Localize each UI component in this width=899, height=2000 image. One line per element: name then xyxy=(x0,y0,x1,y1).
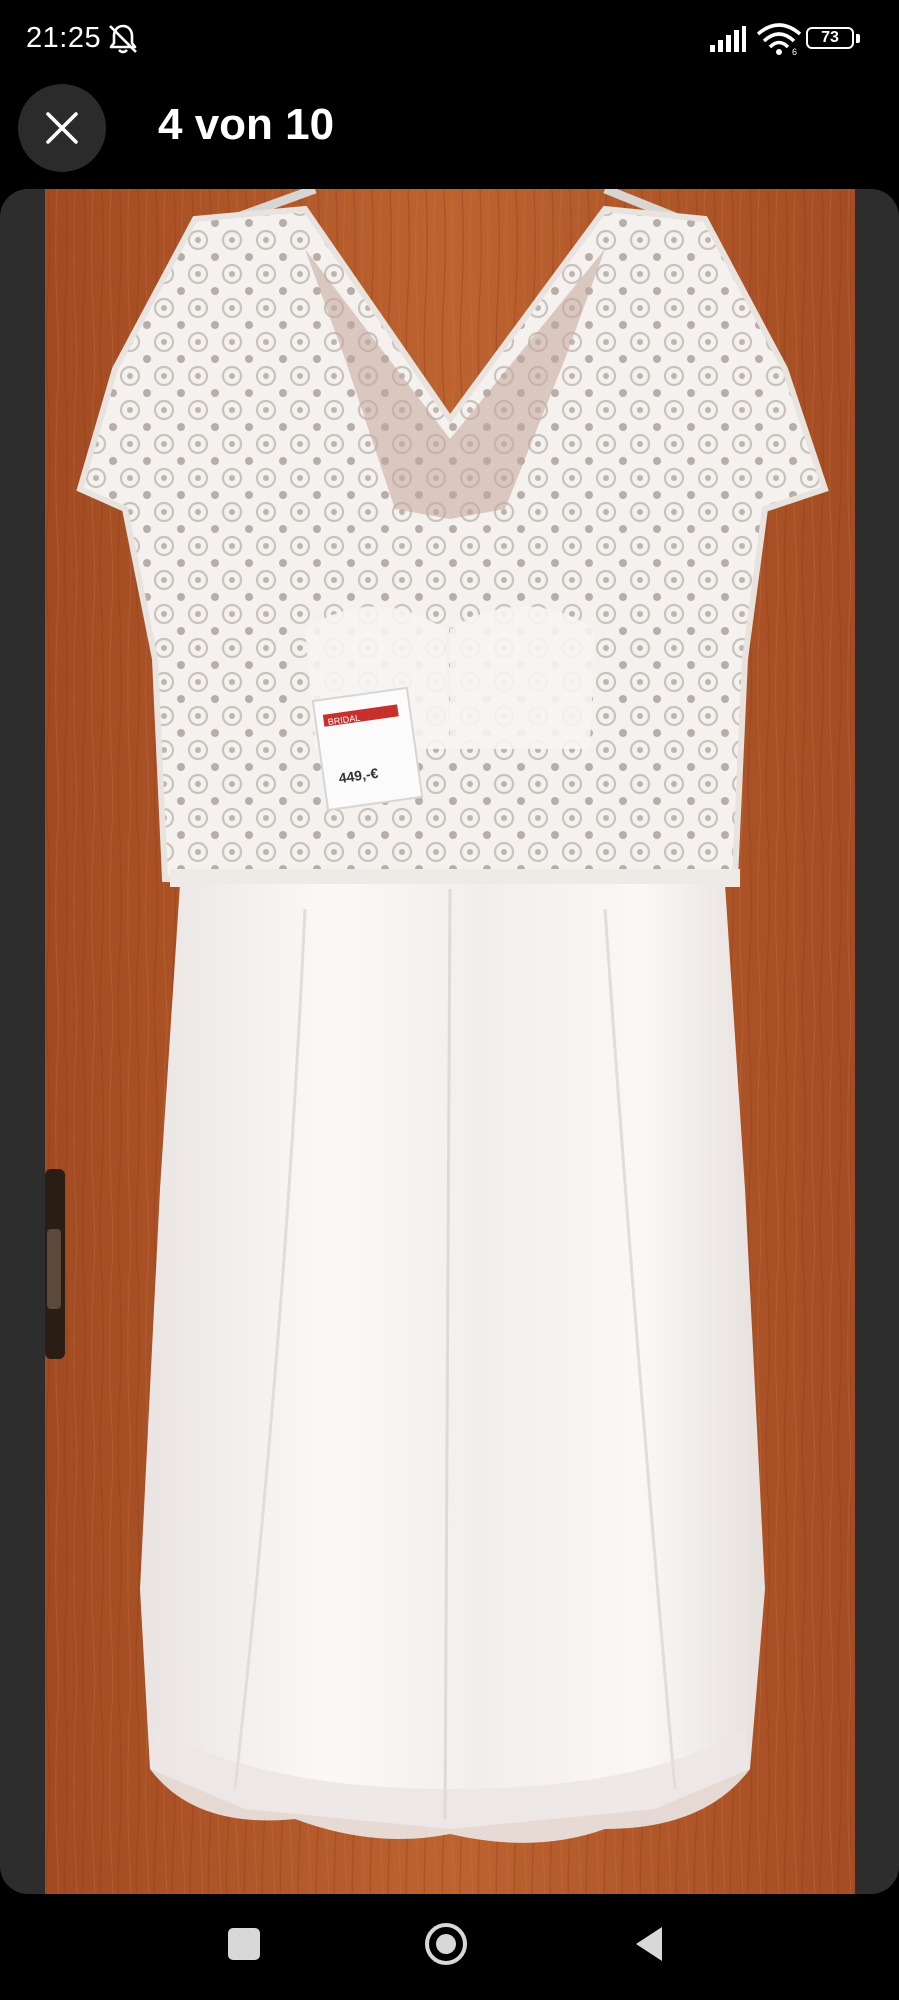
svg-text:6: 6 xyxy=(792,47,797,56)
signal-icon xyxy=(710,26,746,52)
photo-frame[interactable]: BRIDAL 449,-€ xyxy=(0,189,899,1894)
close-icon xyxy=(46,112,78,144)
wifi-icon: 6 xyxy=(756,23,802,56)
image-counter: 4 von 10 xyxy=(158,100,335,149)
dress-photo[interactable]: BRIDAL 449,-€ xyxy=(45,189,855,1894)
status-time: 21:25 xyxy=(26,22,102,54)
battery-icon: 73 xyxy=(806,27,860,53)
navigation-bar xyxy=(0,1894,899,2000)
viewer-header: 4 von 10 xyxy=(0,84,899,182)
home-icon[interactable] xyxy=(424,1922,468,1966)
mute-icon xyxy=(109,24,137,54)
close-button[interactable] xyxy=(18,84,106,172)
price-tag: BRIDAL 449,-€ xyxy=(311,686,424,812)
back-icon[interactable] xyxy=(632,1924,666,1964)
status-bar: 21:25 6 73 xyxy=(0,0,899,84)
battery-level: 73 xyxy=(821,29,839,46)
recents-icon[interactable] xyxy=(228,1928,260,1960)
